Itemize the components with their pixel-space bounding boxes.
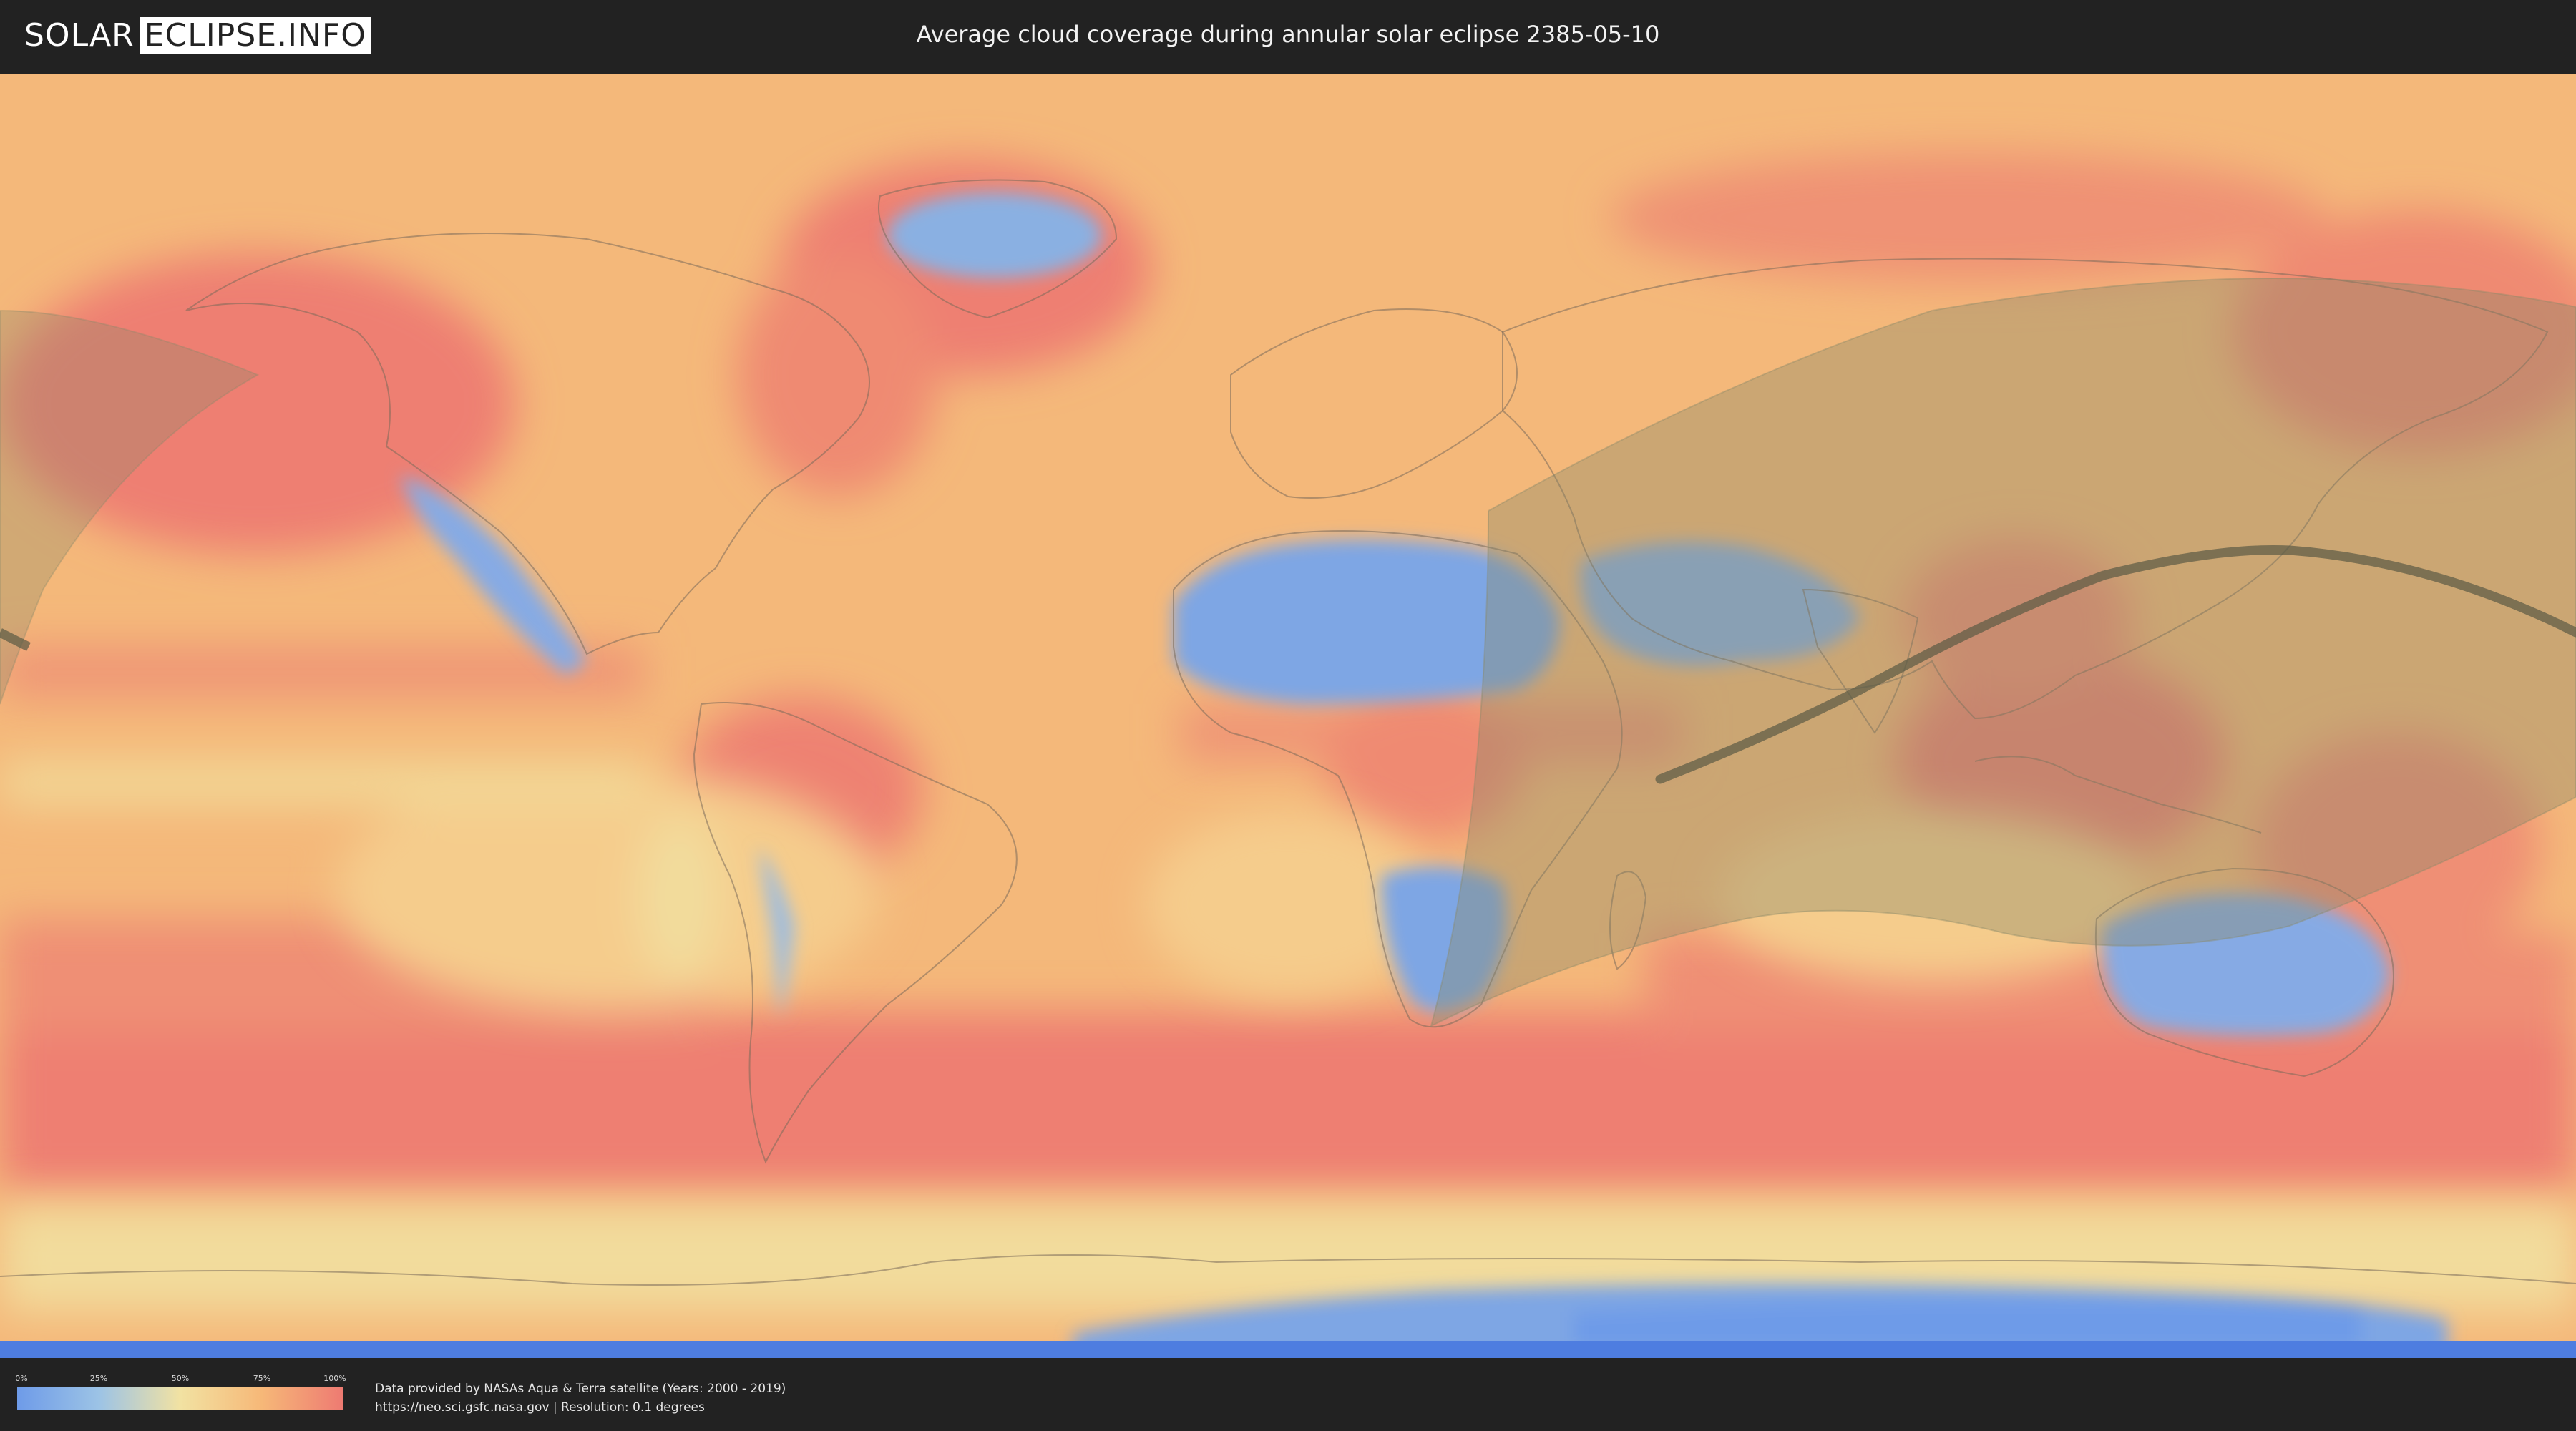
credit-line: Data provided by NASAs Aqua & Terra sate… [375,1382,786,1396]
source-line[interactable]: https://neo.sci.gsfc.nasa.gov | Resoluti… [375,1398,786,1417]
legend-color-bar [17,1387,343,1410]
world-map-svg [0,74,2576,1358]
legend-tick-75: 75% [253,1374,271,1383]
footer-bar: 0% 25% 50% 75% 100% Data provided by NAS… [0,1358,2576,1431]
map-bottom-strip [0,1341,2576,1358]
page-title: Average cloud coverage during annular so… [916,21,1660,48]
cloud-coverage-legend: 0% 25% 50% 75% 100% [15,1374,346,1410]
data-credits: Data provided by NASAs Aqua & Terra sate… [375,1379,786,1417]
map-top-strip [0,74,2576,82]
header-bar: SOLAR ECLIPSE.INFO Average cloud coverag… [0,0,2576,72]
cloud-coverage-map [0,74,2576,1358]
legend-ticks: 0% 25% 50% 75% 100% [15,1374,346,1385]
page: SOLAR ECLIPSE.INFO Average cloud coverag… [0,0,2576,1431]
legend-tick-100: 100% [323,1374,346,1383]
legend-tick-50: 50% [171,1374,190,1383]
legend-tick-25: 25% [89,1374,108,1383]
legend-tick-0: 0% [15,1374,28,1383]
